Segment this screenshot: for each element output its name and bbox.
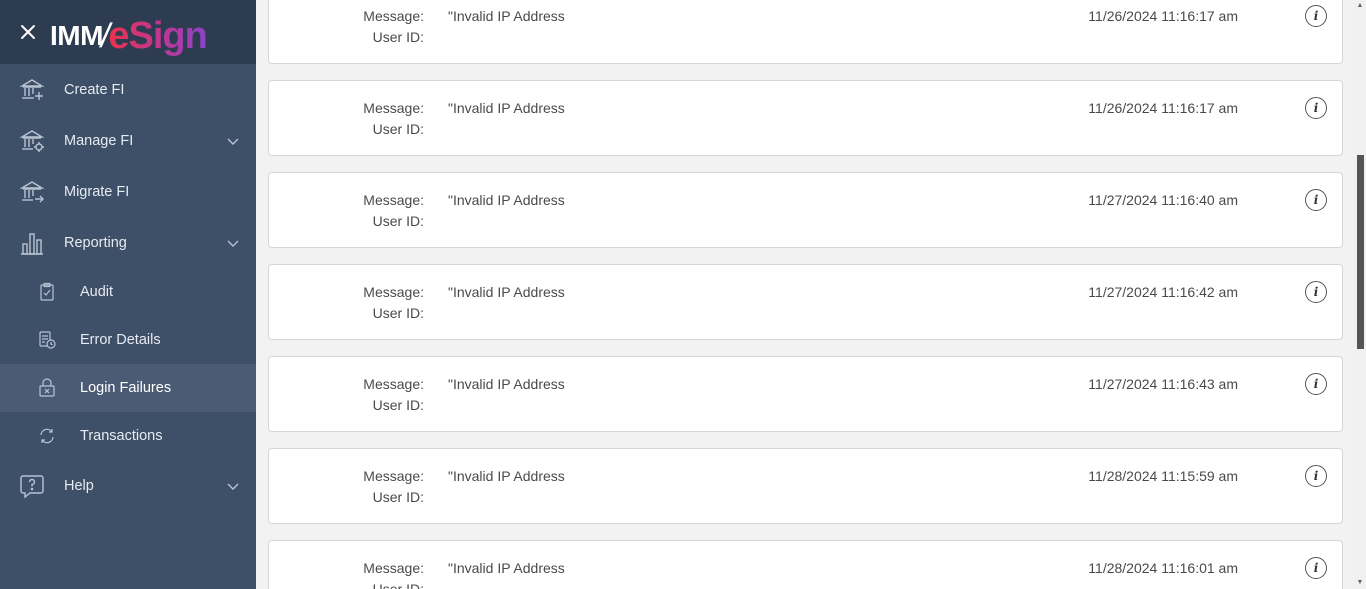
bank-add-icon	[19, 77, 45, 103]
record-card: Message: User ID: "Invalid IP Address 11…	[268, 0, 1343, 64]
message-label: Message:	[363, 100, 424, 116]
message-value: "Invalid IP Address	[448, 468, 565, 484]
reporting-submenu: Audit Error Details Login Failures Trans…	[0, 268, 256, 460]
user-id-label: User ID:	[372, 29, 424, 45]
info-icon[interactable]: i	[1305, 189, 1327, 211]
info-icon[interactable]: i	[1305, 557, 1327, 579]
scroll-down-arrow-icon[interactable]: ▼	[1356, 579, 1364, 587]
sidebar-item-label: Error Details	[80, 332, 161, 348]
info-icon[interactable]: i	[1305, 373, 1327, 395]
sidebar-item-label: Reporting	[64, 234, 127, 251]
sidebar-nav-bottom: Help	[0, 460, 256, 511]
message-value: "Invalid IP Address	[448, 376, 565, 392]
user-id-label: User ID:	[372, 581, 424, 589]
close-menu-button[interactable]	[16, 20, 40, 44]
sidebar-item-manage-fi[interactable]: Manage FI	[0, 115, 256, 166]
chevron-down-icon	[227, 483, 239, 490]
message-label: Message:	[363, 376, 424, 392]
record-card: Message: User ID: "Invalid IP Address 11…	[268, 80, 1343, 156]
message-label: Message:	[363, 284, 424, 300]
sidebar-item-create-fi[interactable]: Create FI	[0, 64, 256, 115]
message-label: Message:	[363, 560, 424, 576]
record-card: Message: User ID: "Invalid IP Address 11…	[268, 540, 1343, 589]
login-failures-list: Message: User ID: "Invalid IP Address 11…	[256, 0, 1354, 589]
info-icon[interactable]: i	[1305, 5, 1327, 27]
sidebar: IMM / eSign Create FI Manage FI Migrate …	[0, 0, 256, 589]
record-card: Message: User ID: "Invalid IP Address 11…	[268, 356, 1343, 432]
message-value: "Invalid IP Address	[448, 284, 565, 300]
timestamp: 11/28/2024 11:15:59 am	[1088, 468, 1238, 484]
help-bubble-icon	[19, 473, 45, 499]
user-id-label: User ID:	[372, 121, 424, 137]
app-logo: IMM / eSign	[50, 8, 208, 57]
timestamp: 11/26/2024 11:16:17 am	[1088, 100, 1238, 116]
message-label: Message:	[363, 8, 424, 24]
sidebar-item-transactions[interactable]: Transactions	[0, 412, 256, 460]
sidebar-item-label: Help	[64, 477, 94, 494]
record-card: Message: User ID: "Invalid IP Address 11…	[268, 448, 1343, 524]
sidebar-item-login-failures[interactable]: Login Failures	[0, 364, 256, 412]
sidebar-item-label: Login Failures	[80, 380, 172, 396]
timestamp: 11/26/2024 11:16:17 am	[1088, 8, 1238, 24]
bank-gear-icon	[19, 128, 45, 154]
record-card: Message: User ID: "Invalid IP Address 11…	[268, 172, 1343, 248]
timestamp: 11/27/2024 11:16:43 am	[1088, 376, 1238, 392]
sidebar-item-migrate-fi[interactable]: Migrate FI	[0, 166, 256, 217]
chevron-down-icon	[227, 138, 239, 145]
sidebar-nav: Create FI Manage FI Migrate FI Reporting	[0, 64, 256, 268]
refresh-cycle-icon	[37, 426, 57, 446]
sidebar-item-error-details[interactable]: Error Details	[0, 316, 256, 364]
sidebar-item-label: Migrate FI	[64, 183, 130, 200]
info-icon[interactable]: i	[1305, 465, 1327, 487]
logo-imm: IMM	[50, 20, 103, 51]
user-id-label: User ID:	[372, 489, 424, 505]
timestamp: 11/27/2024 11:16:40 am	[1088, 192, 1238, 208]
info-icon[interactable]: i	[1305, 97, 1327, 119]
timestamp: 11/28/2024 11:16:01 am	[1088, 560, 1238, 576]
chevron-down-icon	[227, 240, 239, 247]
lock-x-icon	[37, 378, 57, 398]
user-id-label: User ID:	[372, 305, 424, 321]
message-value: "Invalid IP Address	[448, 560, 565, 576]
bar-chart-icon	[19, 230, 45, 256]
scroll-up-arrow-icon[interactable]: ▲	[1356, 2, 1364, 10]
sidebar-item-reporting[interactable]: Reporting	[0, 217, 256, 268]
timestamp: 11/27/2024 11:16:42 am	[1088, 284, 1238, 300]
brand-header: IMM / eSign	[0, 0, 256, 64]
message-label: Message:	[363, 192, 424, 208]
sidebar-item-label: Create FI	[64, 81, 125, 98]
user-id-label: User ID:	[372, 213, 424, 229]
message-label: Message:	[363, 468, 424, 484]
sidebar-item-label: Transactions	[80, 428, 163, 444]
vertical-scrollbar[interactable]: ▲ ▼	[1354, 0, 1366, 589]
user-id-label: User ID:	[372, 397, 424, 413]
message-value: "Invalid IP Address	[448, 192, 565, 208]
clipboard-check-icon	[37, 282, 57, 302]
scrollbar-thumb[interactable]	[1357, 155, 1364, 349]
message-value: "Invalid IP Address	[448, 8, 565, 24]
bank-arrow-icon	[19, 179, 45, 205]
sidebar-item-help[interactable]: Help	[0, 460, 256, 511]
close-icon	[21, 25, 35, 39]
sidebar-item-audit[interactable]: Audit	[0, 268, 256, 316]
sidebar-item-label: Manage FI	[64, 132, 134, 149]
logo-esign: eSign	[108, 15, 207, 57]
record-card: Message: User ID: "Invalid IP Address 11…	[268, 264, 1343, 340]
sidebar-item-label: Audit	[80, 284, 114, 300]
message-value: "Invalid IP Address	[448, 100, 565, 116]
document-clock-icon	[37, 330, 57, 350]
info-icon[interactable]: i	[1305, 281, 1327, 303]
